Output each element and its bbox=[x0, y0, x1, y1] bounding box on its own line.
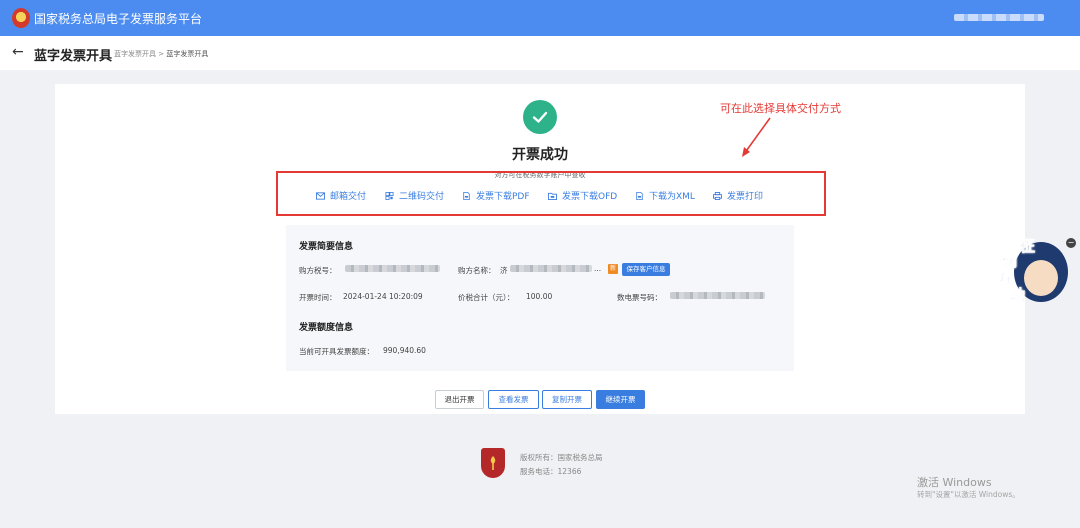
available-quota-value: 990,940.60 bbox=[383, 346, 426, 355]
annotation-arrow-icon bbox=[742, 117, 771, 157]
buyer-name-masked bbox=[510, 265, 592, 272]
close-icon[interactable]: − bbox=[1066, 238, 1076, 248]
app-title: 国家税务总局电子发票服务平台 bbox=[34, 12, 203, 26]
delivery-option-label: 二维码交付 bbox=[399, 192, 445, 202]
activation-watermark-hint: 转到"设置"以激活 Windows。 bbox=[917, 490, 1020, 499]
mascot-char: 动 bbox=[1010, 286, 1026, 305]
top-header-bar: 国家税务总局电子发票服务平台 bbox=[0, 0, 1080, 36]
total-amount-value: 100.00 bbox=[526, 292, 553, 301]
invoice-number-label: 数电票号码： bbox=[617, 293, 662, 302]
footer-phone: 服务电话：12366 bbox=[520, 467, 582, 476]
total-amount-label: 价税合计（元）： bbox=[458, 293, 515, 302]
view-invoice-button[interactable]: 查看发票 bbox=[488, 390, 539, 409]
continue-invoicing-button[interactable]: 继续开票 bbox=[596, 390, 645, 409]
issue-time-value: 2024-01-24 10:20:09 bbox=[343, 292, 423, 301]
buyer-name-label: 购方名称： bbox=[458, 266, 496, 275]
activation-watermark-title: 激活 Windows bbox=[917, 476, 992, 489]
file-xml-icon bbox=[636, 191, 643, 200]
new-badge: 新 bbox=[608, 264, 618, 274]
delivery-option-pdf[interactable]: 发票下载PDF bbox=[462, 189, 530, 202]
check-circle-icon bbox=[523, 100, 557, 134]
annotation-text: 可在此选择具体交付方式 bbox=[720, 102, 841, 115]
delivery-option-qrcode[interactable]: 二维码交付 bbox=[385, 189, 444, 202]
page-header: ← 蓝字发票开具 蓝字发票开具 > 蓝字发票开具 bbox=[0, 36, 1080, 70]
delivery-option-label: 发票打印 bbox=[727, 192, 764, 202]
invoice-number-masked bbox=[670, 292, 765, 299]
buyer-tax-id-masked bbox=[345, 265, 440, 272]
delivery-option-email[interactable]: 邮箱交付 bbox=[316, 189, 366, 202]
page-title: 蓝字发票开具 bbox=[34, 49, 113, 64]
tax-bureau-logo bbox=[481, 448, 505, 478]
delivery-option-xml[interactable]: 下载为XML bbox=[635, 189, 695, 202]
qrcode-icon bbox=[385, 191, 394, 200]
footer-copyright: 版权所有：国家税务总局 bbox=[520, 453, 603, 462]
save-customer-button[interactable]: 保存客户信息 bbox=[622, 263, 670, 276]
user-info-masked[interactable] bbox=[954, 14, 1044, 21]
tax-emblem-logo bbox=[12, 8, 30, 28]
success-title: 开票成功 bbox=[512, 147, 568, 163]
breadcrumb: 蓝字发票开具 > 蓝字发票开具 bbox=[114, 49, 208, 59]
breadcrumb-separator: > bbox=[158, 50, 165, 58]
copy-invoice-button[interactable]: 复制开票 bbox=[542, 390, 592, 409]
delivery-option-label: 发票下载OFD bbox=[562, 192, 618, 202]
issue-time-label: 开票时间： bbox=[299, 293, 337, 302]
delivery-option-label: 邮箱交付 bbox=[330, 192, 367, 202]
delivery-option-print[interactable]: 发票打印 bbox=[713, 189, 763, 202]
delivery-option-ofd[interactable]: 发票下载OFD bbox=[548, 189, 617, 202]
buyer-name-ellipsis: ... bbox=[594, 264, 602, 273]
quota-section-title: 发票额度信息 bbox=[299, 323, 354, 333]
buyer-tax-id-label: 购方税号： bbox=[299, 266, 337, 275]
available-quota-label: 当前可开具发票额度： bbox=[299, 347, 374, 356]
arrow-left-icon[interactable]: ← bbox=[12, 44, 24, 60]
file-ofd-icon bbox=[548, 192, 557, 200]
file-pdf-icon bbox=[463, 191, 470, 200]
buyer-name-prefix: 济 bbox=[500, 266, 508, 275]
breadcrumb-item[interactable]: 蓝字发票开具 bbox=[114, 50, 156, 58]
interaction-mascot-widget[interactable]: 征 纳 互 动 − bbox=[996, 237, 1076, 308]
delivery-option-label: 发票下载PDF bbox=[476, 192, 530, 202]
mascot-char: 征 bbox=[1020, 237, 1036, 256]
mail-icon bbox=[316, 191, 325, 200]
delivery-option-label: 下载为XML bbox=[649, 192, 695, 202]
printer-icon bbox=[713, 191, 722, 200]
breadcrumb-current: 蓝字发票开具 bbox=[166, 50, 209, 58]
summary-section-title: 发票简要信息 bbox=[299, 242, 354, 252]
mascot-face bbox=[1024, 260, 1058, 296]
exit-invoicing-button[interactable]: 退出开票 bbox=[435, 390, 484, 409]
